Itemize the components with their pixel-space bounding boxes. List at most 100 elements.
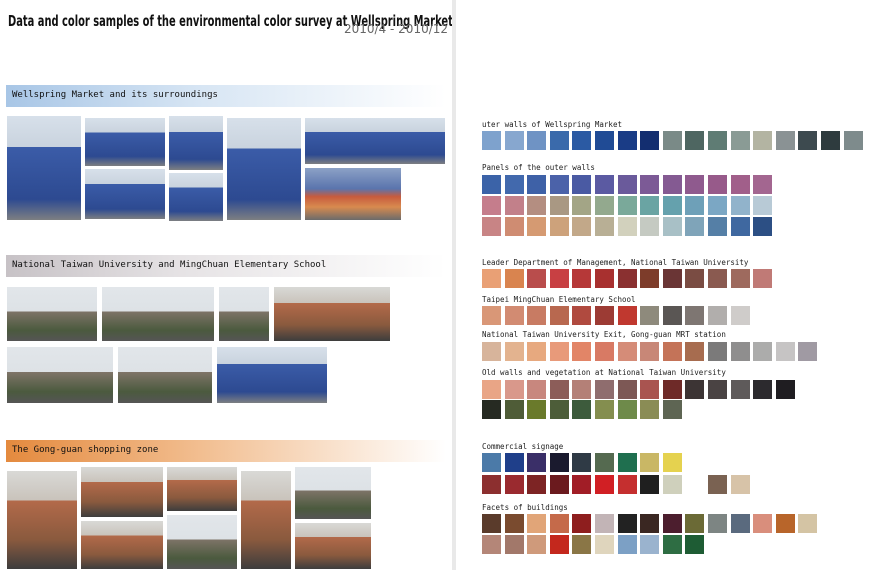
color-swatch bbox=[662, 217, 682, 236]
photo bbox=[166, 514, 238, 570]
section-gongguan: The Gong-guan shopping zone bbox=[6, 440, 446, 462]
color-swatch bbox=[595, 217, 614, 236]
color-swatch bbox=[527, 380, 547, 399]
color-swatch bbox=[482, 535, 501, 554]
color-swatch bbox=[482, 380, 501, 399]
color-swatch bbox=[843, 131, 863, 150]
color-swatch bbox=[798, 131, 818, 150]
color-swatch bbox=[482, 269, 501, 288]
color-swatch bbox=[617, 514, 637, 533]
color-swatch bbox=[595, 131, 614, 150]
color-swatch bbox=[685, 196, 705, 215]
color-swatch bbox=[775, 175, 795, 194]
color-swatch bbox=[708, 514, 727, 533]
color-swatch bbox=[730, 514, 750, 533]
color-swatch bbox=[662, 306, 682, 325]
photo bbox=[84, 168, 166, 220]
color-swatch bbox=[798, 342, 818, 361]
color-swatch bbox=[549, 342, 569, 361]
color-swatch bbox=[595, 175, 614, 194]
color-swatch bbox=[527, 342, 547, 361]
color-swatch bbox=[708, 175, 727, 194]
color-swatch bbox=[730, 196, 750, 215]
color-swatch bbox=[549, 217, 569, 236]
color-swatch bbox=[549, 400, 569, 419]
color-swatch bbox=[640, 217, 660, 236]
palette-label: Leader Department of Management, Nationa… bbox=[482, 258, 749, 267]
photo bbox=[6, 115, 82, 221]
color-swatch bbox=[572, 475, 592, 494]
color-swatch bbox=[572, 342, 592, 361]
section-wellspring: Wellspring Market and its surroundings bbox=[6, 85, 446, 107]
color-swatch bbox=[527, 196, 547, 215]
color-swatch bbox=[482, 475, 501, 494]
color-swatch bbox=[504, 400, 524, 419]
color-swatch bbox=[708, 306, 727, 325]
palette-label: National Taiwan University Exit, Gong-gu… bbox=[482, 330, 726, 339]
color-swatch bbox=[504, 453, 524, 472]
photo bbox=[166, 466, 238, 512]
color-swatch bbox=[482, 196, 501, 215]
color-swatch bbox=[753, 269, 773, 288]
color-swatch bbox=[504, 514, 524, 533]
color-swatch bbox=[595, 535, 614, 554]
photo bbox=[80, 466, 164, 518]
color-swatch bbox=[753, 217, 773, 236]
color-swatch bbox=[527, 131, 547, 150]
color-swatch bbox=[549, 269, 569, 288]
color-swatch bbox=[662, 342, 682, 361]
color-swatch bbox=[617, 342, 637, 361]
color-swatch bbox=[662, 400, 682, 419]
color-swatch bbox=[482, 306, 501, 325]
color-swatch bbox=[708, 131, 727, 150]
color-swatch bbox=[730, 269, 750, 288]
color-swatch bbox=[640, 475, 660, 494]
color-swatch bbox=[753, 196, 773, 215]
color-swatch bbox=[685, 269, 705, 288]
color-swatch bbox=[595, 196, 614, 215]
color-swatch bbox=[572, 175, 592, 194]
color-swatch bbox=[504, 535, 524, 554]
color-swatch bbox=[572, 269, 592, 288]
color-swatch bbox=[685, 380, 705, 399]
color-swatch bbox=[662, 175, 682, 194]
section-label: National Taiwan University and MingChuan… bbox=[12, 260, 327, 270]
color-swatch bbox=[527, 269, 547, 288]
color-swatch bbox=[708, 196, 727, 215]
color-swatch bbox=[617, 131, 637, 150]
color-swatch bbox=[527, 306, 547, 325]
color-swatch bbox=[685, 535, 705, 554]
photo bbox=[6, 286, 98, 342]
section-label: The Gong-guan shopping zone bbox=[12, 445, 159, 455]
color-swatch bbox=[640, 514, 660, 533]
color-swatch bbox=[572, 400, 592, 419]
photo bbox=[226, 117, 302, 221]
section-ntu: National Taiwan University and MingChuan… bbox=[6, 255, 446, 277]
color-swatch bbox=[730, 131, 750, 150]
color-swatch bbox=[595, 514, 614, 533]
color-swatch bbox=[482, 514, 501, 533]
survey-date: 2010/4 - 2010/12 bbox=[344, 22, 449, 36]
photo bbox=[304, 117, 446, 165]
color-swatch bbox=[685, 514, 705, 533]
photo bbox=[6, 470, 78, 570]
color-swatch bbox=[482, 400, 501, 419]
color-swatch bbox=[685, 131, 705, 150]
color-swatch bbox=[572, 196, 592, 215]
palette-label: Facets of buildings bbox=[482, 503, 568, 512]
color-swatch bbox=[527, 475, 547, 494]
color-swatch bbox=[572, 217, 592, 236]
color-swatch bbox=[572, 535, 592, 554]
color-swatch bbox=[821, 131, 840, 150]
color-swatch bbox=[549, 514, 569, 533]
color-swatch bbox=[753, 131, 773, 150]
color-swatch bbox=[549, 535, 569, 554]
color-swatch bbox=[595, 475, 614, 494]
color-swatch bbox=[730, 175, 750, 194]
color-swatch bbox=[617, 380, 637, 399]
photo bbox=[80, 520, 164, 570]
color-swatch bbox=[595, 269, 614, 288]
color-swatch bbox=[504, 217, 524, 236]
color-swatch bbox=[662, 514, 682, 533]
color-swatch bbox=[504, 196, 524, 215]
